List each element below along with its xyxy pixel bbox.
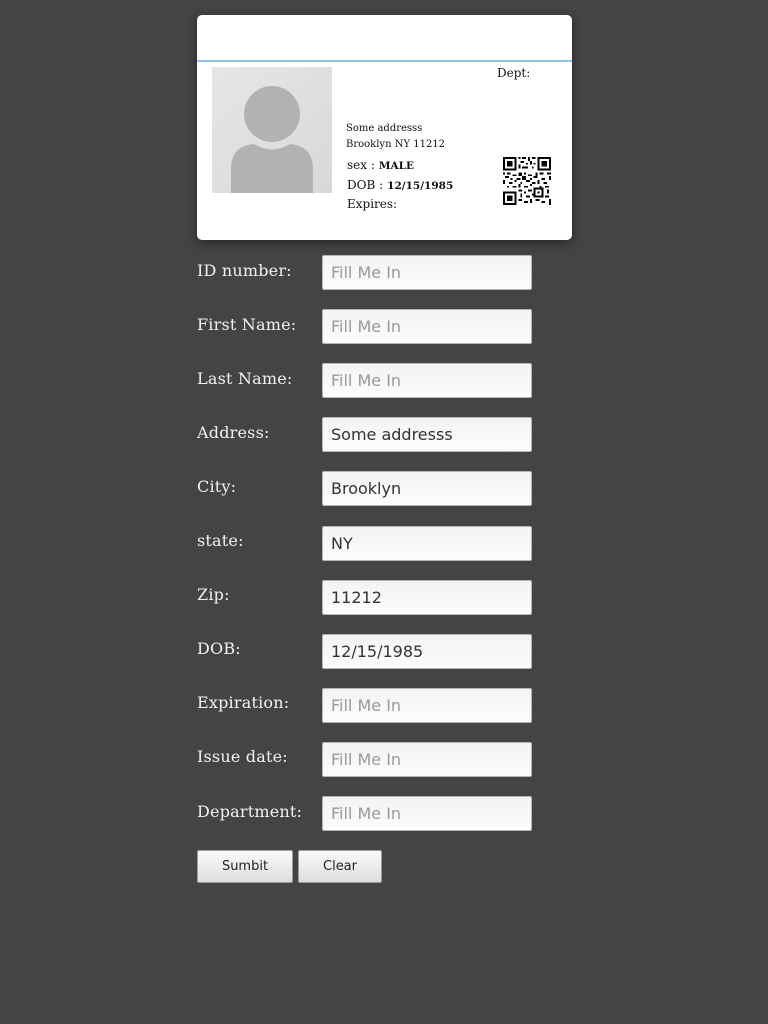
- card-expires-label: Expires:: [347, 197, 398, 211]
- dob-label: DOB:: [197, 639, 241, 658]
- address-input[interactable]: [322, 417, 532, 452]
- city-input[interactable]: [322, 471, 532, 506]
- card-sex-value: MALE: [378, 160, 415, 172]
- address-label: Address:: [197, 423, 270, 442]
- expiration-label: Expiration:: [197, 693, 290, 712]
- issue-date-label: Issue date:: [197, 747, 288, 766]
- zip-input[interactable]: [322, 580, 532, 615]
- card-dob-value: 12/15/1985: [387, 180, 454, 192]
- card-header: [197, 15, 572, 62]
- state-label: state:: [197, 531, 244, 550]
- department-label: Department:: [197, 802, 303, 821]
- first-name-input[interactable]: [322, 309, 532, 344]
- city-label: City:: [197, 477, 237, 496]
- submit-button[interactable]: Sumbit: [197, 850, 293, 883]
- id-number-label: ID number:: [197, 261, 292, 280]
- dob-input[interactable]: [322, 634, 532, 669]
- expiration-input[interactable]: [322, 688, 532, 723]
- first-name-label: First Name:: [197, 315, 297, 334]
- card-address-line2: Brooklyn NY 11212: [346, 139, 446, 150]
- clear-button[interactable]: Clear: [298, 850, 382, 883]
- card-sex-label: sex :: [347, 158, 375, 172]
- card-sex-row: sex : MALE: [347, 158, 414, 172]
- card-address-line1: Some addresss: [346, 123, 423, 134]
- issue-date-input[interactable]: [322, 742, 532, 777]
- department-input[interactable]: [322, 796, 532, 831]
- state-input[interactable]: [322, 526, 532, 561]
- id-card-preview: Dept: Some addresss Brooklyn NY 11212 se…: [197, 15, 572, 240]
- last-name-label: Last Name:: [197, 369, 293, 388]
- card-dept-label: Dept:: [497, 66, 531, 80]
- card-dob-row: DOB :12/15/1985: [347, 178, 453, 192]
- person-silhouette-icon: [212, 67, 332, 193]
- card-expires-row: Expires:: [347, 197, 397, 211]
- id-number-input[interactable]: [322, 255, 532, 290]
- last-name-input[interactable]: [322, 363, 532, 398]
- card-dob-label: DOB :: [347, 178, 384, 192]
- zip-label: Zip:: [197, 585, 230, 604]
- qr-code-icon: [503, 157, 551, 205]
